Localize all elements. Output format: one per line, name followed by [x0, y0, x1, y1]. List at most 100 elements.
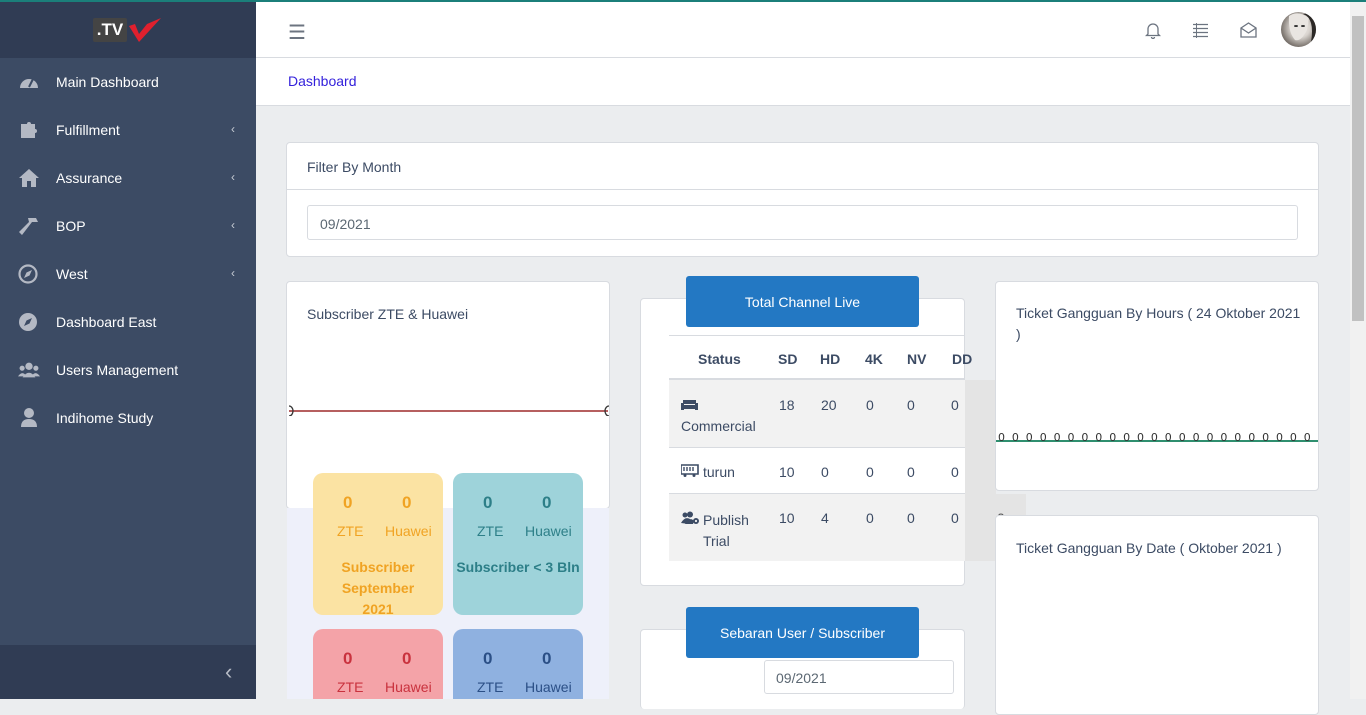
bell-icon[interactable] [1145, 22, 1161, 39]
ticket-date-title: Ticket Gangguan By Date ( Oktober 2021 ) [1016, 540, 1282, 556]
compass-icon [18, 264, 38, 284]
huawei-value: 0 [402, 493, 412, 512]
zte-label: ZTE [477, 523, 504, 539]
ticket-hours-card: Ticket Gangguan By Hours ( 24 Oktober 20… [995, 281, 1319, 491]
huawei-value: 0 [402, 649, 412, 668]
row-4k: 0 [866, 464, 874, 480]
ticket-hours-point-label: 0 [1040, 431, 1047, 444]
ticket-hours-point-label: 0 [1123, 431, 1130, 444]
huawei-value: 0 [542, 649, 552, 668]
row-nv: 0 [907, 397, 915, 413]
stat-box-blue[interactable]: 0 0 ZTE Huawei [453, 629, 583, 699]
huawei-value: 0 [542, 493, 552, 512]
ticket-hours-point-label: 0 [1193, 431, 1200, 444]
stat-caption: Subscriber < 3 Bln [456, 559, 580, 575]
bus-icon [681, 464, 699, 477]
huawei-label: Huawei [525, 523, 572, 539]
ticket-hours-point-label: 0 [1220, 431, 1227, 444]
huawei-label: Huawei [525, 679, 572, 695]
row-nv: 0 [907, 510, 915, 526]
row-hd: 4 [821, 510, 829, 526]
row-nv: 0 [907, 464, 915, 480]
breadcrumb-item-dashboard[interactable]: Dashboard [288, 73, 357, 89]
column-header-dd: DD [952, 351, 973, 367]
avatar[interactable] [1281, 12, 1316, 47]
month-input[interactable]: 09/2021 [307, 205, 1298, 240]
total-channel-live-button[interactable]: Total Channel Live [686, 276, 919, 327]
sidebar-item-indihome-study[interactable]: Indihome Study [0, 394, 256, 442]
compass-circle-icon [19, 313, 37, 331]
logo: .TV [92, 16, 163, 44]
row-status: Commercial [681, 418, 756, 434]
chevron-left-icon: ‹ [231, 170, 235, 184]
ticket-hours-point-label: 0 [1290, 431, 1297, 444]
logo-text: .TV [92, 18, 128, 42]
stat-box-subscriber-3bln[interactable]: 0 0 ZTE Huawei Subscriber < 3 Bln [453, 473, 583, 615]
huawei-label: Huawei [385, 523, 432, 539]
sidebar-item-bop[interactable]: BOP ‹ [0, 202, 256, 250]
column-header-nv: NV [907, 351, 927, 367]
sidebar-item-assurance[interactable]: Assurance ‹ [0, 154, 256, 202]
envelope-open-icon[interactable] [1240, 22, 1257, 38]
row-sd: 10 [779, 464, 795, 480]
row-status: turun [703, 464, 735, 480]
column-header-sd: SD [778, 351, 798, 367]
ticket-hours-point-label: 0 [1234, 431, 1241, 444]
chevron-left-icon: ‹ [231, 122, 235, 136]
ticket-hours-point-label: 0 [1109, 431, 1116, 444]
sidebar-item-fulfillment[interactable]: Fulfillment ‹ [0, 106, 256, 154]
stat-box-subscriber-month[interactable]: 0 0 ZTE Huawei Subscriber September 2021 [313, 473, 443, 617]
sidebar-item-users-management[interactable]: Users Management [0, 346, 256, 394]
menu-toggle-icon[interactable]: ☰ [288, 20, 306, 45]
list-icon[interactable] [1192, 23, 1209, 38]
ticket-date-card: Ticket Gangguan By Date ( Oktober 2021 ) [995, 515, 1319, 715]
sidebar: .TV Main Dashboard Fulfillment ‹ Assuran… [0, 2, 256, 699]
ticket-hours-point-label: 0 [1248, 431, 1255, 444]
sebaran-month-input[interactable]: 09/2021 [764, 660, 954, 694]
stat-box-red[interactable]: 0 0 ZTE Huawei [313, 629, 443, 699]
sofa-icon [681, 400, 698, 410]
divider [287, 189, 1318, 190]
sidebar-item-label: Indihome Study [56, 410, 154, 426]
subscriber-chart [288, 405, 610, 416]
ticket-hours-point-label: 0 [1318, 431, 1319, 444]
ticket-hours-point-label: 0 [1068, 431, 1075, 444]
row-dd: 0 [951, 510, 959, 526]
checkmark-logo-icon [129, 18, 162, 42]
ticket-hours-point-label: 0 [1151, 431, 1158, 444]
column-header-4k: 4K [865, 351, 883, 367]
sidebar-item-dashboard-east[interactable]: Dashboard East [0, 298, 256, 346]
brand-logo[interactable]: .TV [0, 2, 256, 58]
sidebar-item-label: Assurance [56, 170, 123, 186]
hammer-icon [19, 218, 38, 235]
row-sd: 10 [779, 510, 795, 526]
sebaran-user-button[interactable]: Sebaran User / Subscriber [686, 607, 919, 658]
top-header: ☰ [256, 2, 1350, 58]
sidebar-minimizer[interactable]: ‹ [0, 645, 256, 699]
filter-card: Filter By Month 09/2021 [286, 142, 1319, 257]
table-row: Commercial 18 20 0 0 0 [669, 380, 965, 448]
row-sd: 18 [779, 397, 795, 413]
puzzle-icon [21, 122, 37, 138]
sidebar-item-main-dashboard[interactable]: Main Dashboard [0, 58, 256, 106]
chevron-left-icon: ‹ [225, 659, 233, 684]
month-input-value: 09/2021 [320, 216, 371, 232]
user-icon [21, 408, 37, 427]
table-row: turun 10 0 0 0 0 [669, 448, 965, 494]
subscriber-card-title: Subscriber ZTE & Huawei [307, 306, 469, 322]
zte-value: 0 [343, 649, 353, 668]
row-4k: 0 [866, 510, 874, 526]
ticket-hours-point-label: 0 [1081, 431, 1088, 444]
ticket-hours-point-label: 0 [1207, 431, 1214, 444]
sidebar-item-west[interactable]: West ‹ [0, 250, 256, 298]
ticket-hours-point-label: 0 [1276, 431, 1283, 444]
column-header-status: Status [698, 351, 741, 367]
column-header-hd: HD [820, 351, 841, 367]
chevron-left-icon: ‹ [231, 218, 235, 232]
table-row: Publish Trial 10 4 0 0 0 [669, 494, 965, 561]
scrollbar-thumb[interactable] [1352, 16, 1364, 321]
ticket-hours-point-label: 0 [998, 431, 1005, 444]
row-dd: 0 [951, 464, 959, 480]
huawei-label: Huawei [385, 679, 432, 695]
zte-label: ZTE [477, 679, 504, 695]
